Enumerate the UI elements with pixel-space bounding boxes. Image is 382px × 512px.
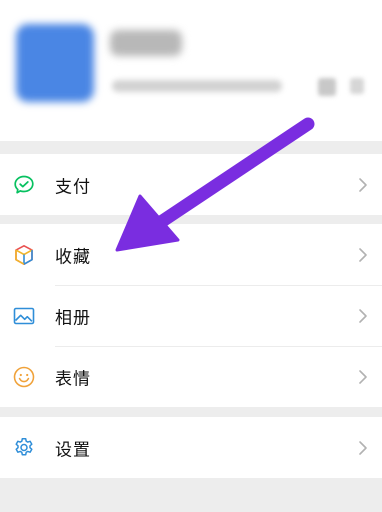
qr-code-icon[interactable] [318, 78, 336, 96]
chevron-right-icon [350, 78, 364, 94]
menu-item-album[interactable]: 相册 [0, 285, 382, 346]
profile-header[interactable] [0, 0, 382, 141]
menu-item-label: 支付 [55, 177, 91, 197]
chevron-right-icon [359, 369, 367, 384]
menu-item-settings[interactable]: 设置 [0, 417, 382, 478]
menu-item-stickers[interactable]: 表情 [0, 346, 382, 407]
menu-item-label: 表情 [55, 369, 91, 389]
menu-group-pay: 支付 [0, 154, 382, 215]
menu-item-label: 收藏 [55, 247, 91, 267]
chevron-right-icon [359, 247, 367, 262]
image-icon [12, 304, 36, 328]
gear-icon [12, 436, 36, 460]
menu-group-settings: 设置 [0, 417, 382, 478]
menu-item-favorites[interactable]: 收藏 [0, 224, 382, 285]
chevron-right-icon [359, 177, 367, 192]
cube-icon [12, 243, 36, 267]
avatar[interactable] [16, 24, 94, 102]
chevron-right-icon [359, 308, 367, 323]
smiley-icon [12, 365, 36, 389]
menu-item-label: 相册 [55, 308, 91, 328]
menu-group-content: 收藏 相册 表情 [0, 224, 382, 407]
menu-item-pay[interactable]: 支付 [0, 154, 382, 215]
chevron-right-icon [359, 440, 367, 455]
profile-name-redacted [110, 30, 182, 56]
profile-id-redacted [112, 80, 282, 92]
menu-item-label: 设置 [55, 440, 91, 460]
pay-check-icon [12, 173, 36, 197]
